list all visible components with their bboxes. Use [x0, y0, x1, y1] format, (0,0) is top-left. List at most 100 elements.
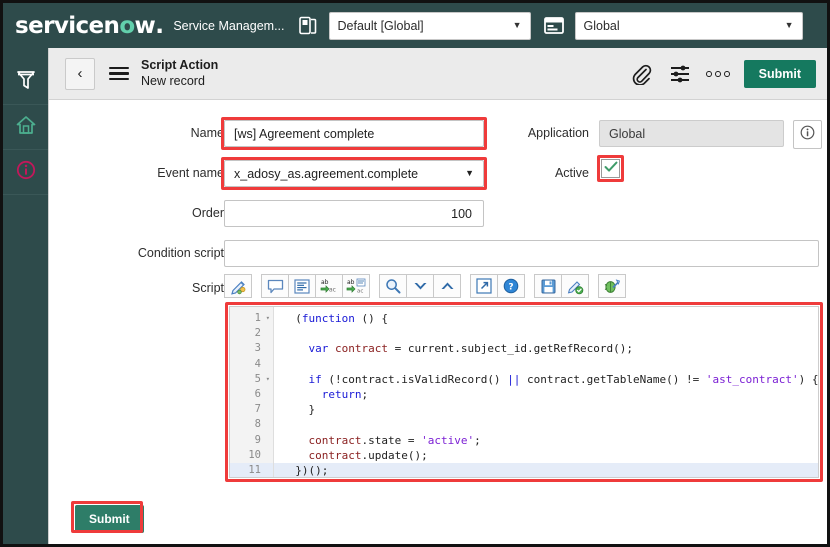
- condition-script-input[interactable]: [224, 240, 819, 267]
- event-name-select[interactable]: x_adosy_as.agreement.complete ▼: [224, 160, 484, 187]
- order-input[interactable]: 100: [224, 200, 484, 227]
- chevron-down-icon: ▼: [784, 20, 794, 30]
- editor-code-line[interactable]: contract.state = 'active';: [282, 433, 818, 448]
- servicenow-script-action-form: servicen o w. Service Managem... Default […: [0, 0, 830, 547]
- sidebar-item-home[interactable]: [3, 105, 48, 150]
- sidebar-item-info[interactable]: [3, 150, 48, 195]
- page-subtitle: New record: [141, 73, 205, 88]
- editor-code-line[interactable]: (function () {: [282, 311, 818, 326]
- editor-line-number: 3: [254, 342, 261, 355]
- toolbar-group-4: ?: [470, 274, 525, 298]
- sidebar-item-filter-navigator[interactable]: [3, 60, 48, 105]
- update-set-select[interactable]: Default [Global] ▼: [328, 11, 531, 40]
- editor-code-line[interactable]: return;: [282, 387, 818, 402]
- svg-text:?: ?: [508, 283, 513, 293]
- script-code-editor[interactable]: 1 ▾ 2 3 4 5 ▾ 6 7 8 9 10 11 (function () { var contr…: [229, 306, 819, 478]
- editor-code-lines[interactable]: (function () { var contract = current.su…: [274, 307, 818, 477]
- code-token: contract: [335, 342, 388, 356]
- format-code-icon[interactable]: [288, 274, 316, 298]
- paperclip-icon[interactable]: [630, 62, 654, 86]
- script-label: Script: [192, 281, 224, 295]
- save-icon[interactable]: [534, 274, 562, 298]
- record-header: ‹ Script Action New record Submit: [49, 48, 827, 100]
- application-scope-select[interactable]: Global ▼: [574, 11, 803, 40]
- editor-line-number: 8: [254, 418, 261, 431]
- search-icon[interactable]: [379, 274, 407, 298]
- editor-line-number: 9: [254, 433, 261, 446]
- active-label: Active: [554, 166, 589, 180]
- service-management-label: Service Managem...: [173, 18, 285, 33]
- code-token: ||: [507, 372, 521, 386]
- svg-text:ac: ac: [329, 287, 336, 294]
- replace-icon[interactable]: ab ac: [315, 274, 343, 298]
- code-token: .state =: [361, 433, 422, 447]
- info-circle-icon: [800, 125, 815, 145]
- code-token: }: [282, 403, 316, 417]
- submit-button-header[interactable]: Submit: [743, 60, 816, 88]
- filter-navigator-icon: [16, 69, 36, 96]
- editor-code-line[interactable]: [282, 326, 818, 341]
- sliders-icon[interactable]: [668, 62, 692, 86]
- hamburger-menu-icon[interactable]: [109, 66, 129, 81]
- syntax-check-icon[interactable]: [561, 274, 589, 298]
- editor-line-number: 11: [230, 462, 273, 477]
- code-token: .update();: [361, 448, 428, 462]
- code-fold-icon[interactable]: ▾: [266, 311, 270, 326]
- code-token: contract: [308, 433, 362, 447]
- script-editor-toolbar: ab ac ab ac?: [224, 274, 635, 298]
- info-icon: [16, 160, 36, 185]
- application-scope-value: Global: [583, 18, 620, 33]
- editor-code-line[interactable]: }: [282, 402, 818, 417]
- editor-code-line[interactable]: var contract = current.subject_id.getRef…: [282, 341, 818, 356]
- back-button[interactable]: ‹: [65, 57, 95, 90]
- help-icon[interactable]: ?: [497, 274, 525, 298]
- update-set-icon[interactable]: [297, 14, 319, 38]
- script-editor-icon[interactable]: [224, 274, 252, 298]
- toolbar-group-6: [598, 274, 626, 298]
- logo-text-part1: servicen: [15, 12, 120, 39]
- replace-all-icon[interactable]: ab ac: [342, 274, 370, 298]
- more-options-icon[interactable]: [705, 62, 730, 86]
- toolbar-group-3: [379, 274, 461, 298]
- toolbar-group-1: [224, 274, 252, 298]
- order-label: Order: [192, 206, 224, 220]
- active-checkbox[interactable]: [601, 159, 620, 178]
- editor-code-line[interactable]: })();: [274, 462, 818, 477]
- update-set-value: Default [Global]: [337, 18, 424, 33]
- code-token: var: [308, 342, 329, 356]
- servicenow-logo: servicen o w.: [15, 12, 164, 39]
- editor-line-number: 4: [254, 357, 261, 370]
- application-scope-icon[interactable]: [543, 14, 565, 38]
- application-label: Application: [527, 126, 589, 140]
- find-previous-icon[interactable]: [433, 274, 461, 298]
- debug-icon[interactable]: [598, 274, 626, 298]
- comment-icon[interactable]: [261, 274, 289, 298]
- checkmark-icon: [604, 160, 618, 178]
- editor-line-number: 7: [254, 403, 261, 416]
- editor-code-line[interactable]: contract.update();: [282, 448, 818, 463]
- code-token: })();: [282, 463, 329, 477]
- code-token: 'ast_contract': [705, 372, 799, 386]
- code-token: ;: [474, 433, 481, 447]
- editor-code-line[interactable]: [282, 357, 818, 372]
- application-input: Global: [599, 120, 784, 147]
- editor-code-line[interactable]: [282, 417, 818, 432]
- name-input[interactable]: [ws] Agreement complete: [224, 120, 484, 147]
- submit-button-footer[interactable]: Submit: [75, 505, 144, 533]
- form-fields: Name [ws] Agreement complete Event name …: [49, 100, 827, 544]
- code-token: contract: [308, 448, 362, 462]
- editor-line-number: 1 ▾: [230, 311, 273, 326]
- application-info-button[interactable]: [793, 120, 822, 149]
- toolbar-group-5: [534, 274, 589, 298]
- editor-code-line[interactable]: if (!contract.isValidRecord() || contrac…: [282, 372, 819, 387]
- record-title-block: Script Action New record: [141, 58, 218, 89]
- code-fold-icon[interactable]: ▾: [266, 372, 270, 387]
- code-token: if: [308, 372, 322, 386]
- top-navigation-bar: servicen o w. Service Managem... Default […: [3, 3, 827, 48]
- fullscreen-icon[interactable]: [470, 274, 498, 298]
- find-next-icon[interactable]: [406, 274, 434, 298]
